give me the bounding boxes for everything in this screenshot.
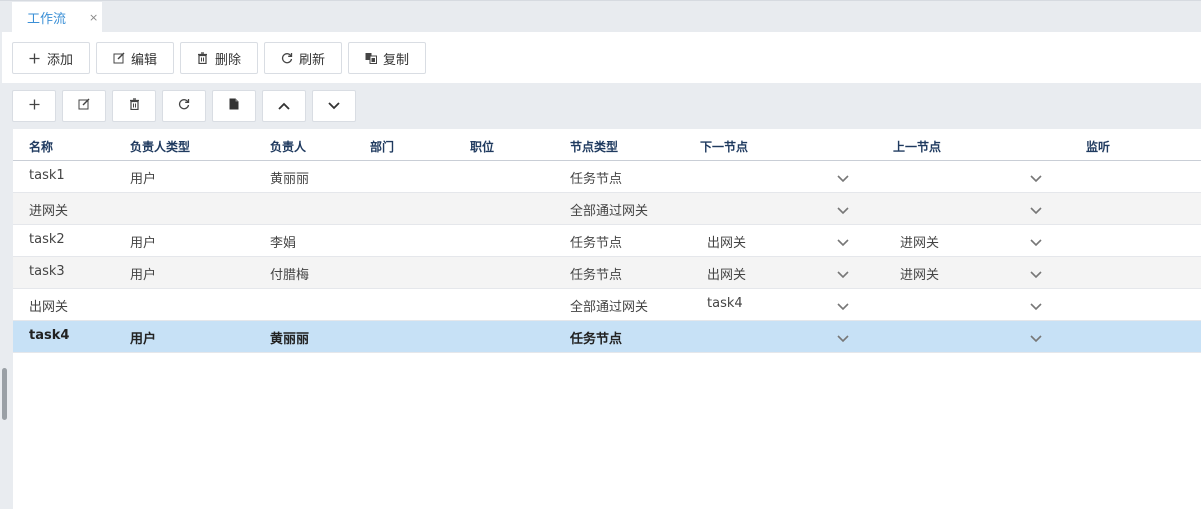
cell-owner: 李娟 [270, 236, 297, 251]
table-row[interactable]: task1 用户 黄丽丽 任务节点 [13, 161, 1201, 193]
file-icon [229, 98, 239, 114]
header-name[interactable]: 名称 [29, 138, 53, 155]
refresh-icon [178, 98, 190, 114]
table-row[interactable]: task3 用户 付腊梅 任务节点 出网关 进网关 [13, 257, 1201, 289]
cell-node-type: 全部通过网关 [570, 300, 649, 315]
prev-node-dropdown-icon[interactable] [1029, 331, 1043, 345]
prev-node-dropdown-icon[interactable] [1029, 299, 1043, 313]
refresh-label: 刷新 [298, 52, 325, 68]
cell-node-type: 任务节点 [570, 332, 623, 347]
close-icon[interactable]: × [89, 11, 98, 24]
cell-node-type: 任务节点 [570, 268, 623, 283]
cell-owner: 黄丽丽 [270, 332, 310, 347]
edit-label: 编辑 [130, 52, 157, 68]
header-owner-type[interactable]: 负责人类型 [130, 138, 190, 155]
header-owner[interactable]: 负责人 [270, 138, 306, 155]
grid-file-button[interactable] [212, 90, 256, 122]
cell-owner: 黄丽丽 [270, 172, 310, 187]
tab-label: 工作流 [27, 12, 67, 27]
copy-icon [365, 52, 377, 64]
next-node-dropdown-icon[interactable] [836, 235, 850, 249]
cell-owner-type: 用户 [130, 332, 157, 347]
trash-icon [197, 52, 209, 64]
add-button[interactable]: 添加 [12, 42, 90, 74]
grid-edit-button[interactable] [62, 90, 106, 122]
workflow-node-table: 名称 负责人类型 负责人 部门 职位 节点类型 下一节点 上一节点 监听 tas… [13, 129, 1201, 509]
next-node-dropdown-icon[interactable] [836, 267, 850, 281]
cell-node-type: 全部通过网关 [570, 204, 649, 219]
header-listener[interactable]: 监听 [1086, 138, 1110, 155]
cell-name: task1 [29, 168, 65, 183]
prev-node-dropdown-icon[interactable] [1029, 203, 1043, 217]
refresh-icon [281, 52, 293, 64]
prev-node-dropdown-icon[interactable] [1029, 235, 1043, 249]
trash-icon [129, 98, 140, 114]
cell-next-node: 出网关 [707, 268, 747, 283]
grid-add-button[interactable] [12, 90, 56, 122]
cell-prev-node: 进网关 [900, 236, 940, 251]
delete-label: 删除 [214, 52, 241, 68]
plus-icon [29, 99, 40, 114]
table-row[interactable]: task4 用户 黄丽丽 任务节点 [13, 321, 1201, 353]
grid-refresh-button[interactable] [162, 90, 206, 122]
cell-name: task4 [29, 328, 70, 343]
table-row[interactable]: 进网关 全部通过网关 [13, 193, 1201, 225]
chevron-up-icon [278, 99, 290, 114]
next-node-dropdown-icon[interactable] [836, 299, 850, 313]
move-up-button[interactable] [262, 90, 306, 122]
copy-button[interactable]: 复制 [348, 42, 426, 74]
table-header: 名称 负责人类型 负责人 部门 职位 节点类型 下一节点 上一节点 监听 [13, 129, 1201, 161]
main-toolbar: 添加 编辑 删除 刷新 复制 [2, 32, 1201, 83]
header-next-node[interactable]: 下一节点 [700, 138, 748, 155]
edit-icon [113, 52, 125, 64]
header-position[interactable]: 职位 [470, 138, 494, 155]
prev-node-dropdown-icon[interactable] [1029, 267, 1043, 281]
cell-prev-node: 进网关 [900, 268, 940, 283]
header-dept[interactable]: 部门 [370, 138, 394, 155]
cell-next-node: 出网关 [707, 236, 747, 251]
tab-workflow[interactable]: 工作流 × [12, 2, 102, 33]
table-row[interactable]: 出网关 全部通过网关 task4 [13, 289, 1201, 321]
cell-node-type: 任务节点 [570, 236, 623, 251]
refresh-button[interactable]: 刷新 [264, 42, 342, 74]
cell-owner: 付腊梅 [270, 268, 310, 283]
cell-name: task3 [29, 264, 65, 279]
header-node-type[interactable]: 节点类型 [570, 138, 618, 155]
prev-node-dropdown-icon[interactable] [1029, 171, 1043, 185]
copy-label: 复制 [382, 52, 409, 68]
cell-name: 进网关 [29, 204, 69, 219]
move-down-button[interactable] [312, 90, 356, 122]
next-node-dropdown-icon[interactable] [836, 331, 850, 345]
next-node-dropdown-icon[interactable] [836, 203, 850, 217]
next-node-dropdown-icon[interactable] [836, 171, 850, 185]
header-prev-node[interactable]: 上一节点 [893, 138, 941, 155]
vertical-scrollbar[interactable] [2, 368, 7, 420]
edit-icon [78, 98, 90, 114]
delete-button[interactable]: 删除 [180, 42, 258, 74]
cell-owner-type: 用户 [130, 172, 157, 187]
cell-name: task2 [29, 232, 65, 247]
cell-owner-type: 用户 [130, 268, 157, 283]
cell-node-type: 任务节点 [570, 172, 623, 187]
chevron-down-icon [328, 99, 340, 114]
plus-icon [29, 52, 41, 64]
tab-bar: 工作流 × [0, 0, 1201, 33]
grid-delete-button[interactable] [112, 90, 156, 122]
add-label: 添加 [46, 52, 73, 68]
cell-next-node: task4 [707, 296, 743, 311]
table-row[interactable]: task2 用户 李娟 任务节点 出网关 进网关 [13, 225, 1201, 257]
cell-name: 出网关 [29, 300, 69, 315]
cell-owner-type: 用户 [130, 236, 157, 251]
edit-button[interactable]: 编辑 [96, 42, 174, 74]
